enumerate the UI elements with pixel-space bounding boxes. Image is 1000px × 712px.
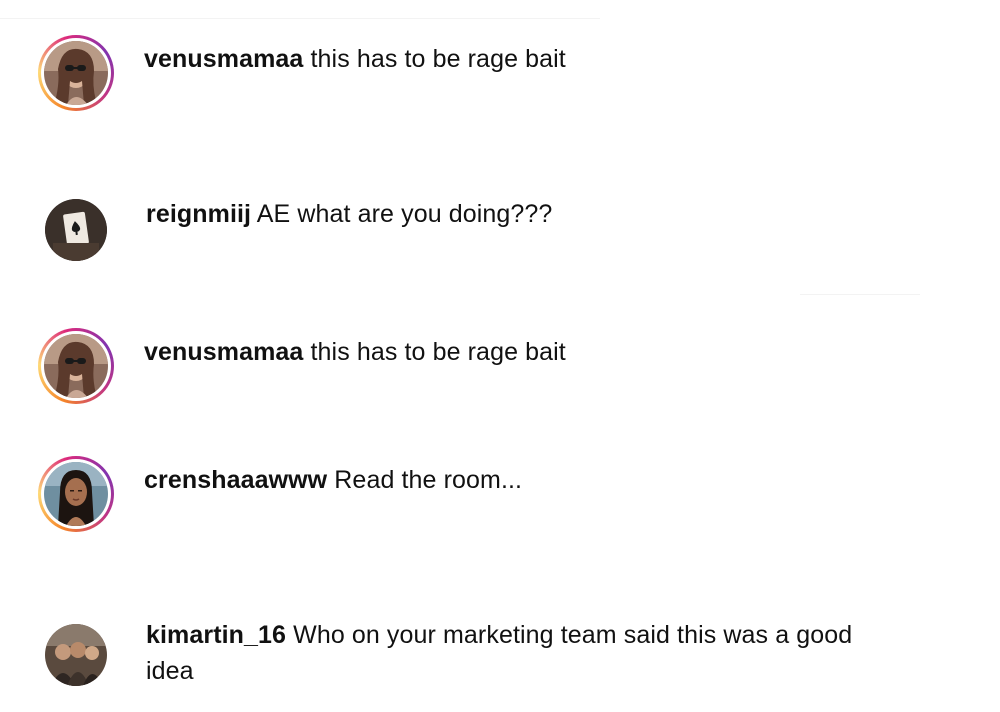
avatar-story-ring[interactable] (38, 328, 114, 404)
comment-body: kimartin_16 Who on your marketing team s… (146, 617, 876, 689)
woman-long-hair-avatar (44, 462, 108, 526)
group-photo-avatar (45, 624, 107, 686)
comment-item: venusmamaa this has to be rage bait (38, 328, 938, 404)
comment-username[interactable]: venusmamaa (144, 338, 303, 366)
comment-body: reignmiij AE what are you doing??? (146, 196, 552, 232)
comment-text: Read the room... (334, 466, 523, 494)
playing-card-avatar (45, 199, 107, 261)
woman-sunglasses-avatar (44, 41, 108, 105)
divider (0, 18, 600, 19)
avatar-story-ring[interactable] (38, 35, 114, 111)
comment-text: AE what are you doing??? (256, 200, 553, 228)
woman-sunglasses-avatar (44, 334, 108, 398)
avatar-wrapper[interactable] (38, 617, 114, 693)
comment-text: this has to be rage bait (310, 45, 566, 73)
comment-username[interactable]: kimartin_16 (146, 621, 286, 649)
comment-list: venusmamaa this has to be rage bait reig… (0, 0, 1000, 712)
comment-username[interactable]: crenshaaawww (144, 466, 327, 494)
comment-item: venusmamaa this has to be rage bait (38, 35, 938, 111)
comment-item: crenshaaawww Read the room... (38, 456, 938, 532)
divider (800, 294, 920, 295)
comment-item: kimartin_16 Who on your marketing team s… (38, 617, 938, 693)
comment-body: venusmamaa this has to be rage bait (144, 41, 566, 77)
comment-body: crenshaaawww Read the room... (144, 462, 522, 498)
comment-username[interactable]: venusmamaa (144, 45, 303, 73)
comment-item: reignmiij AE what are you doing??? (38, 192, 938, 268)
avatar-wrapper[interactable] (38, 192, 114, 268)
comment-text: this has to be rage bait (310, 338, 566, 366)
comment-username[interactable]: reignmiij (146, 200, 251, 228)
avatar-story-ring[interactable] (38, 456, 114, 532)
comment-body: venusmamaa this has to be rage bait (144, 334, 566, 370)
